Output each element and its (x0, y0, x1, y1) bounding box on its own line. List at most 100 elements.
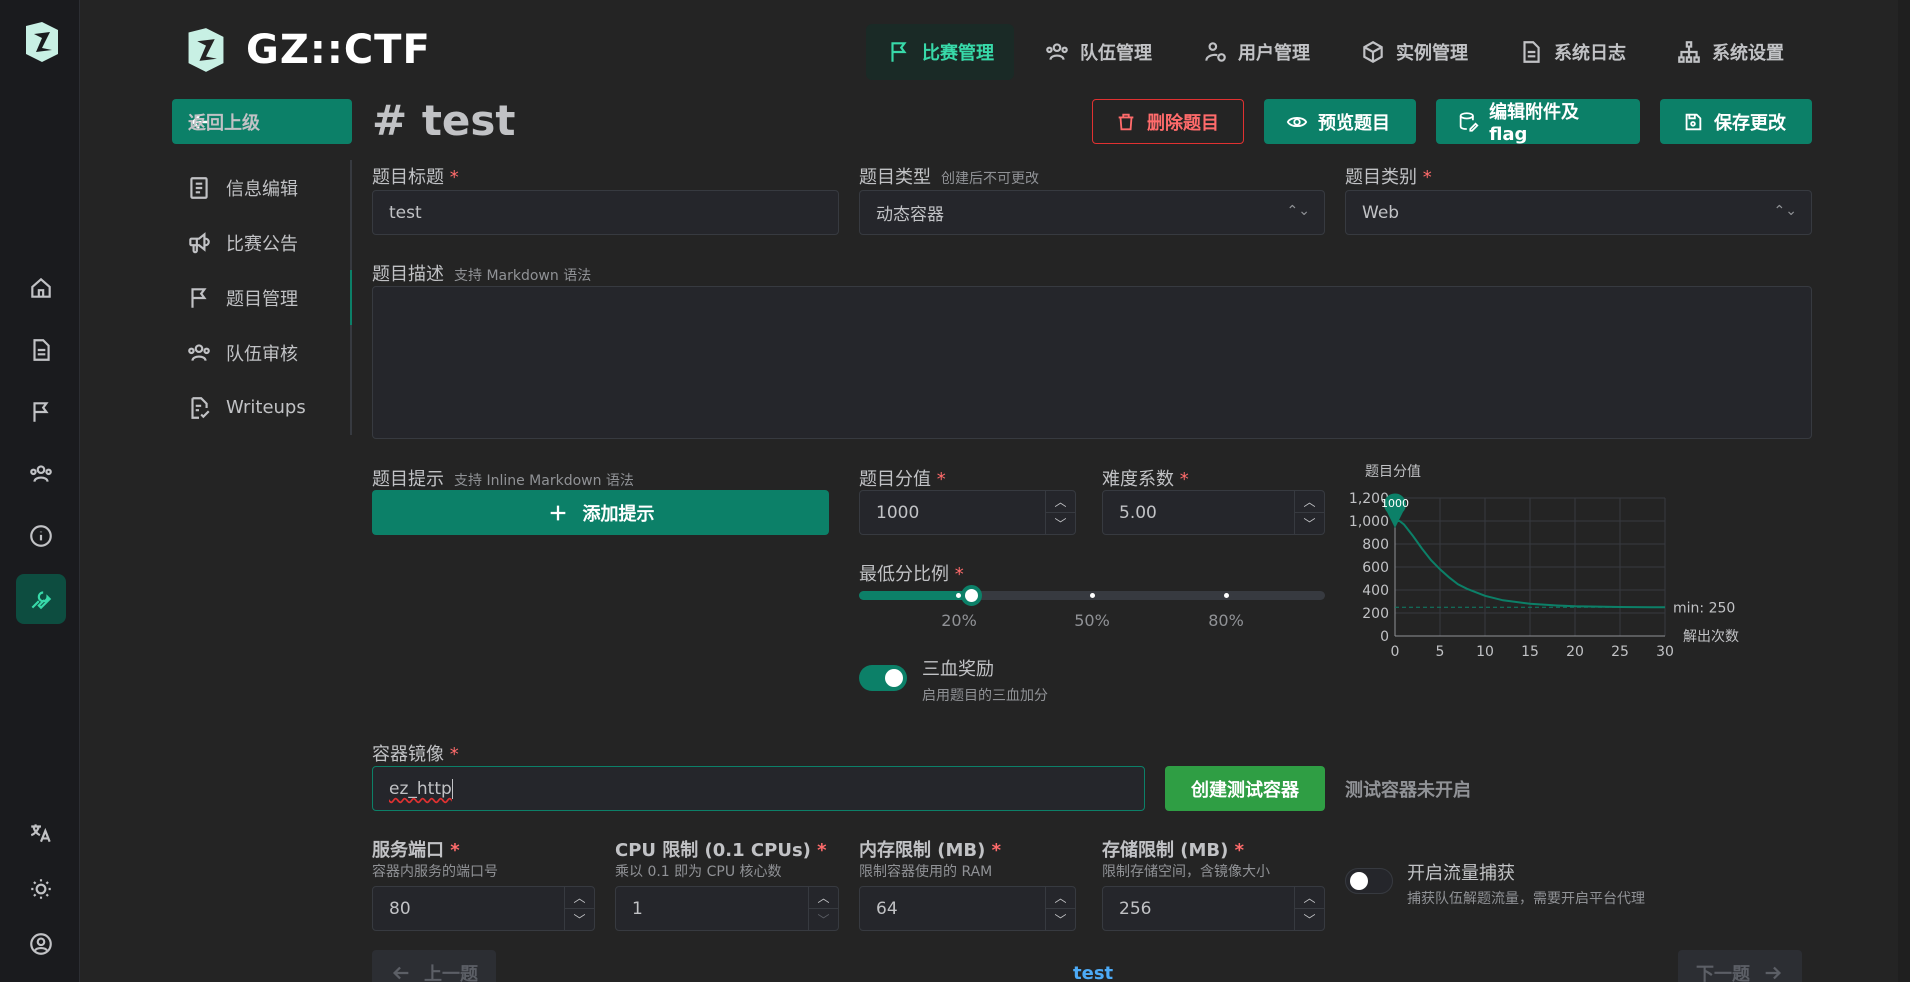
rail-language-button[interactable] (16, 808, 66, 858)
chevron-down-icon[interactable]: ﹀ (565, 908, 594, 930)
title-input[interactable]: test (372, 190, 839, 235)
chevron-down-icon[interactable]: ﹀ (1046, 908, 1075, 930)
language-icon (30, 824, 51, 843)
chevron-down-icon[interactable]: ﹀ (1046, 512, 1075, 534)
edit-attachments-button[interactable]: 编辑附件及 flag (1436, 99, 1640, 145)
speakerphone-icon (189, 231, 210, 253)
switch-knob (1350, 872, 1368, 890)
rail-posts-button[interactable] (16, 325, 66, 375)
slider-thumb[interactable] (960, 585, 982, 606)
arrow-left-icon (392, 966, 409, 979)
next-challenge-button[interactable]: 下一题 (1678, 950, 1802, 982)
description-textarea[interactable] (372, 286, 1812, 439)
rail-profile-button[interactable] (16, 919, 66, 969)
cpu-input[interactable]: 1 ︿ ﹀ (615, 886, 839, 931)
test-container-status: 测试容器未开启 (1345, 780, 1471, 801)
device-floppy-icon (1685, 113, 1702, 130)
title-field-label: 题目标题 * (372, 167, 459, 188)
port-field-description: 容器内服务的端口号 (372, 864, 498, 880)
traffic-capture-label: 开启流量捕获 (1407, 863, 1515, 884)
user-circle-icon (30, 933, 52, 955)
memory-input[interactable]: 64 ︿ ﹀ (859, 886, 1076, 931)
storage-input[interactable]: 256 ︿ ﹀ (1102, 886, 1325, 931)
left-rail (0, 0, 80, 982)
side-item-label: 比赛公告 (226, 233, 298, 255)
difficulty-stepper[interactable]: ︿ ﹀ (1294, 491, 1324, 534)
preview-challenge-button[interactable]: 预览题目 (1264, 99, 1416, 144)
nav-users[interactable]: 用户管理 (1182, 24, 1330, 80)
chart-x-tick-label: 30 (1656, 644, 1674, 660)
chart-y-tick-label: 400 (1362, 583, 1389, 599)
chart-min-label: min: 250 (1673, 600, 1735, 616)
port-input[interactable]: 80 ︿ ﹀ (372, 886, 595, 931)
create-test-container-button[interactable]: 创建测试容器 (1165, 766, 1325, 811)
score-input[interactable]: 1000 ︿ ﹀ (859, 490, 1076, 535)
back-button[interactable]: 返回上级 (172, 99, 352, 144)
gzctf-logo-icon[interactable] (22, 20, 62, 64)
min-ratio-slider[interactable] (859, 585, 1325, 606)
chevron-up-icon[interactable]: ︿ (1295, 491, 1324, 512)
port-field-label: 服务端口 * (372, 840, 460, 861)
side-item-writeups[interactable]: Writeups (172, 380, 350, 435)
chevron-down-icon[interactable]: ﹀ (809, 908, 838, 930)
rail-admin-button[interactable] (16, 574, 66, 624)
nav-instances[interactable]: 实例管理 (1340, 24, 1488, 80)
chart-x-tick-label: 25 (1611, 644, 1629, 660)
slider-mark-dot (1224, 593, 1229, 598)
users-icon (188, 343, 210, 361)
chart-x-tick-label: 5 (1436, 644, 1445, 660)
storage-stepper[interactable]: ︿ ﹀ (1294, 887, 1324, 930)
cpu-stepper[interactable]: ︿ ﹀ (808, 887, 838, 930)
delete-challenge-button[interactable]: 删除题目 (1092, 99, 1244, 144)
score-stepper[interactable]: ︿ ﹀ (1045, 491, 1075, 534)
side-item-info[interactable]: 信息编辑 (172, 160, 350, 215)
difficulty-input[interactable]: 5.00 ︿ ﹀ (1102, 490, 1325, 535)
chevron-up-icon[interactable]: ︿ (1295, 887, 1324, 908)
edit-attachments-label: 编辑附件及 flag (1489, 102, 1580, 145)
add-hint-button[interactable]: 添加提示 (372, 490, 829, 535)
save-changes-label: 保存更改 (1714, 112, 1786, 134)
port-stepper[interactable]: ︿ ﹀ (564, 887, 594, 930)
memory-stepper[interactable]: ︿ ﹀ (1045, 887, 1075, 930)
save-changes-button[interactable]: 保存更改 (1660, 99, 1812, 144)
slider-mark-dot (1090, 593, 1095, 598)
blood-bonus-description: 启用题目的三血加分 (922, 688, 1048, 704)
switch-knob (885, 669, 903, 687)
page-scrollbar[interactable] (1898, 0, 1910, 982)
blood-bonus-switch[interactable] (859, 665, 907, 691)
nav-logs[interactable]: 系统日志 (1498, 24, 1646, 80)
chevron-up-icon[interactable]: ︿ (1046, 887, 1075, 908)
category-select[interactable]: Web ⌃⌄ (1345, 190, 1812, 235)
chevron-up-icon[interactable]: ︿ (809, 887, 838, 908)
rail-about-button[interactable] (16, 511, 66, 561)
min-ratio-label: 最低分比例 * (859, 564, 964, 585)
chevron-down-icon[interactable]: ﹀ (1295, 512, 1324, 534)
box-icon (1363, 41, 1383, 63)
nav-settings-label: 系统设置 (1712, 43, 1784, 64)
chart-title: 题目分值 (1365, 464, 1421, 480)
chevron-up-icon[interactable]: ︿ (565, 887, 594, 908)
delete-challenge-label: 删除题目 (1147, 112, 1219, 134)
side-item-challenges[interactable]: 题目管理 (172, 270, 352, 325)
chevron-down-icon[interactable]: ﹀ (1295, 908, 1324, 930)
nav-teams[interactable]: 队伍管理 (1024, 24, 1172, 80)
chevron-up-icon[interactable]: ︿ (1046, 491, 1075, 512)
slider-mark-label: 50% (1074, 611, 1110, 630)
page-title: # test (372, 96, 516, 145)
nav-games[interactable]: 比赛管理 (866, 24, 1014, 80)
side-item-notices[interactable]: 比赛公告 (172, 215, 350, 270)
rail-home-button[interactable] (16, 263, 66, 313)
side-item-team-review[interactable]: 队伍审核 (172, 325, 350, 380)
image-input[interactable]: ez_http (372, 766, 1145, 811)
rail-teams-button[interactable] (16, 449, 66, 499)
file-check-icon (191, 396, 210, 419)
rail-theme-button[interactable] (16, 864, 66, 914)
nav-settings[interactable]: 系统设置 (1656, 24, 1804, 80)
brand[interactable]: GZ::CTF (184, 26, 431, 74)
rail-games-button[interactable] (16, 387, 66, 437)
cpu-field-label: CPU 限制 (0.1 CPUs) * (615, 840, 827, 861)
prev-challenge-button[interactable]: 上一题 (372, 950, 496, 982)
slider-mark-label: 20% (941, 611, 977, 630)
traffic-capture-switch[interactable] (1345, 868, 1393, 894)
type-select[interactable]: 动态容器 ⌃⌄ (859, 190, 1325, 235)
